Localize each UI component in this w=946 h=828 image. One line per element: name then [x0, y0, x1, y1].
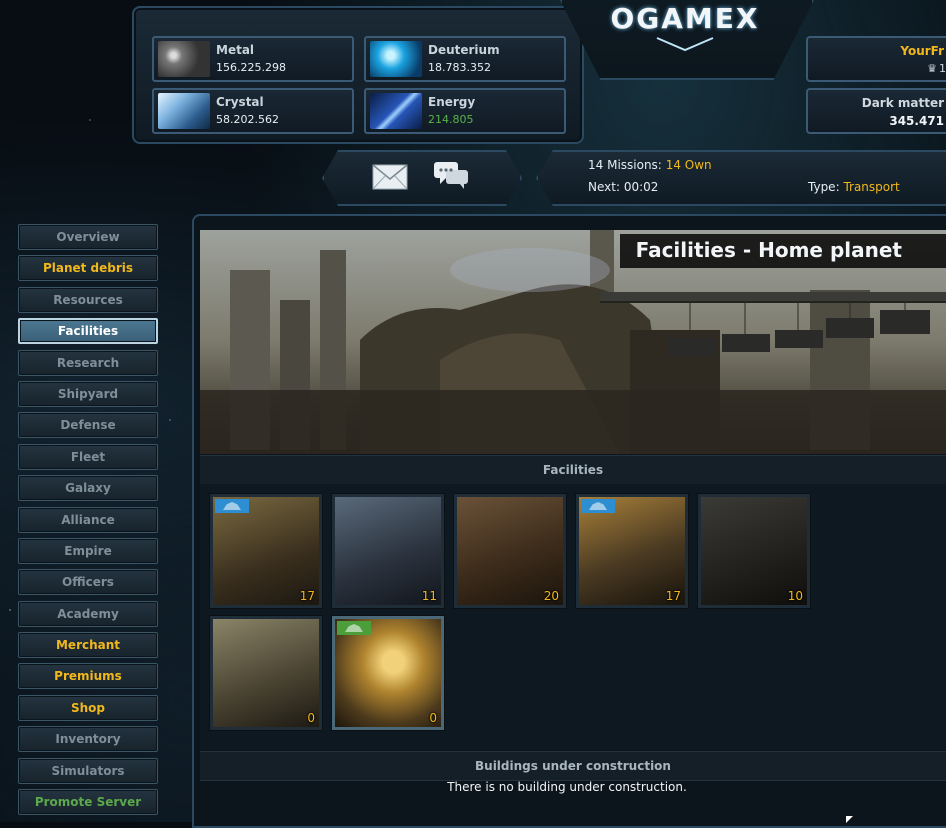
- logo-chevron-icon: [656, 37, 714, 52]
- resource-deuterium[interactable]: Deuterium 18.783.352: [364, 36, 566, 82]
- energy-icon: [370, 93, 422, 129]
- player-name: YourFr: [900, 44, 944, 58]
- resource-name: Energy: [428, 95, 476, 109]
- resource-metal[interactable]: Metal 156.225.298: [152, 36, 354, 82]
- dark-matter-panel[interactable]: Dark matter 345.471: [806, 88, 946, 134]
- upgrade-flag-icon: [337, 621, 371, 635]
- fleet-type: Type: Transport: [808, 180, 900, 194]
- building-tile[interactable]: 0: [332, 616, 444, 730]
- building-level: 11: [421, 589, 437, 603]
- resource-name: Deuterium: [428, 43, 500, 57]
- building-tile[interactable]: 11: [332, 494, 444, 608]
- resource-name: Crystal: [216, 95, 264, 109]
- message-bar: [322, 150, 522, 206]
- building-tile[interactable]: 10: [698, 494, 810, 608]
- building-tile[interactable]: 20: [454, 494, 566, 608]
- menu-item-merchant[interactable]: Merchant: [18, 632, 158, 659]
- crystal-icon: [158, 93, 210, 129]
- fleet-next: Next: 00:02: [588, 180, 659, 194]
- building-level: 0: [429, 711, 437, 725]
- menu-item-simulators[interactable]: Simulators: [18, 757, 158, 784]
- fleet-own-count: 14 Own: [665, 158, 712, 172]
- upgrade-flag-icon: [581, 499, 615, 513]
- resource-panel: Metal 156.225.298 Deuterium 18.783.352 C…: [132, 6, 584, 144]
- metal-icon: [158, 41, 210, 77]
- resource-energy[interactable]: Energy 214.805: [364, 88, 566, 134]
- building-level: 10: [787, 589, 803, 603]
- player-rank: ♛ 1: [927, 62, 946, 75]
- upgrade-flag-icon: [215, 499, 249, 513]
- game-logo[interactable]: OGAMEX: [560, 2, 810, 35]
- building-level: 20: [543, 589, 559, 603]
- menu-item-shipyard[interactable]: Shipyard: [18, 380, 158, 407]
- menu-item-facilities[interactable]: Facilities: [18, 318, 158, 345]
- dark-matter-value: 345.471: [889, 114, 944, 128]
- menu-item-inventory[interactable]: Inventory: [18, 726, 158, 753]
- menu-item-fleet[interactable]: Fleet: [18, 443, 158, 470]
- building-tile[interactable]: 17: [210, 494, 322, 608]
- building-level: 17: [665, 589, 681, 603]
- chat-button[interactable]: [432, 158, 472, 192]
- resource-name: Metal: [216, 43, 255, 57]
- facilities-banner: Facilities - Home planet: [200, 230, 946, 454]
- building-level: 17: [299, 589, 315, 603]
- dark-matter-label: Dark matter: [861, 96, 944, 110]
- menu-item-premiums[interactable]: Premiums: [18, 663, 158, 690]
- menu-item-officers[interactable]: Officers: [18, 569, 158, 596]
- menu-item-academy[interactable]: Academy: [18, 600, 158, 627]
- building-level: 0: [307, 711, 315, 725]
- page-title: Facilities - Home planet: [619, 234, 946, 268]
- deuterium-icon: [370, 41, 422, 77]
- menu-item-empire[interactable]: Empire: [18, 537, 158, 564]
- player-panel[interactable]: YourFr ♛ 1: [806, 36, 946, 82]
- facilities-header: Facilities: [200, 455, 946, 485]
- envelope-icon: [372, 164, 408, 190]
- resource-value: 58.202.562: [216, 113, 279, 126]
- messages-button[interactable]: [370, 160, 410, 194]
- resource-value: 18.783.352: [428, 61, 491, 74]
- fleet-missions[interactable]: 14 Missions: 14 Own: [588, 158, 712, 172]
- menu-item-alliance[interactable]: Alliance: [18, 506, 158, 533]
- menu-item-shop[interactable]: Shop: [18, 694, 158, 721]
- construction-header: Buildings under construction: [200, 751, 946, 781]
- building-tile[interactable]: 0: [210, 616, 322, 730]
- menu-item-defense[interactable]: Defense: [18, 412, 158, 439]
- crown-icon: ♛: [927, 62, 937, 75]
- menu-item-galaxy[interactable]: Galaxy: [18, 475, 158, 502]
- menu-item-research[interactable]: Research: [18, 349, 158, 376]
- resource-value: 156.225.298: [216, 61, 286, 74]
- resource-value: 214.805: [428, 113, 474, 126]
- chat-icon: [434, 162, 468, 189]
- menu-item-promote-server[interactable]: Promote Server: [18, 789, 158, 816]
- main-menu: Overview Planet debris Resources Facilities…: [18, 224, 158, 820]
- resource-crystal[interactable]: Crystal 58.202.562: [152, 88, 354, 134]
- no-construction-message: There is no building under construction.: [447, 780, 687, 794]
- building-tile[interactable]: 17: [576, 494, 688, 608]
- menu-item-overview[interactable]: Overview: [18, 224, 158, 250]
- menu-item-resources[interactable]: Resources: [18, 286, 158, 313]
- menu-item-planet-debris[interactable]: Planet debris: [18, 255, 158, 282]
